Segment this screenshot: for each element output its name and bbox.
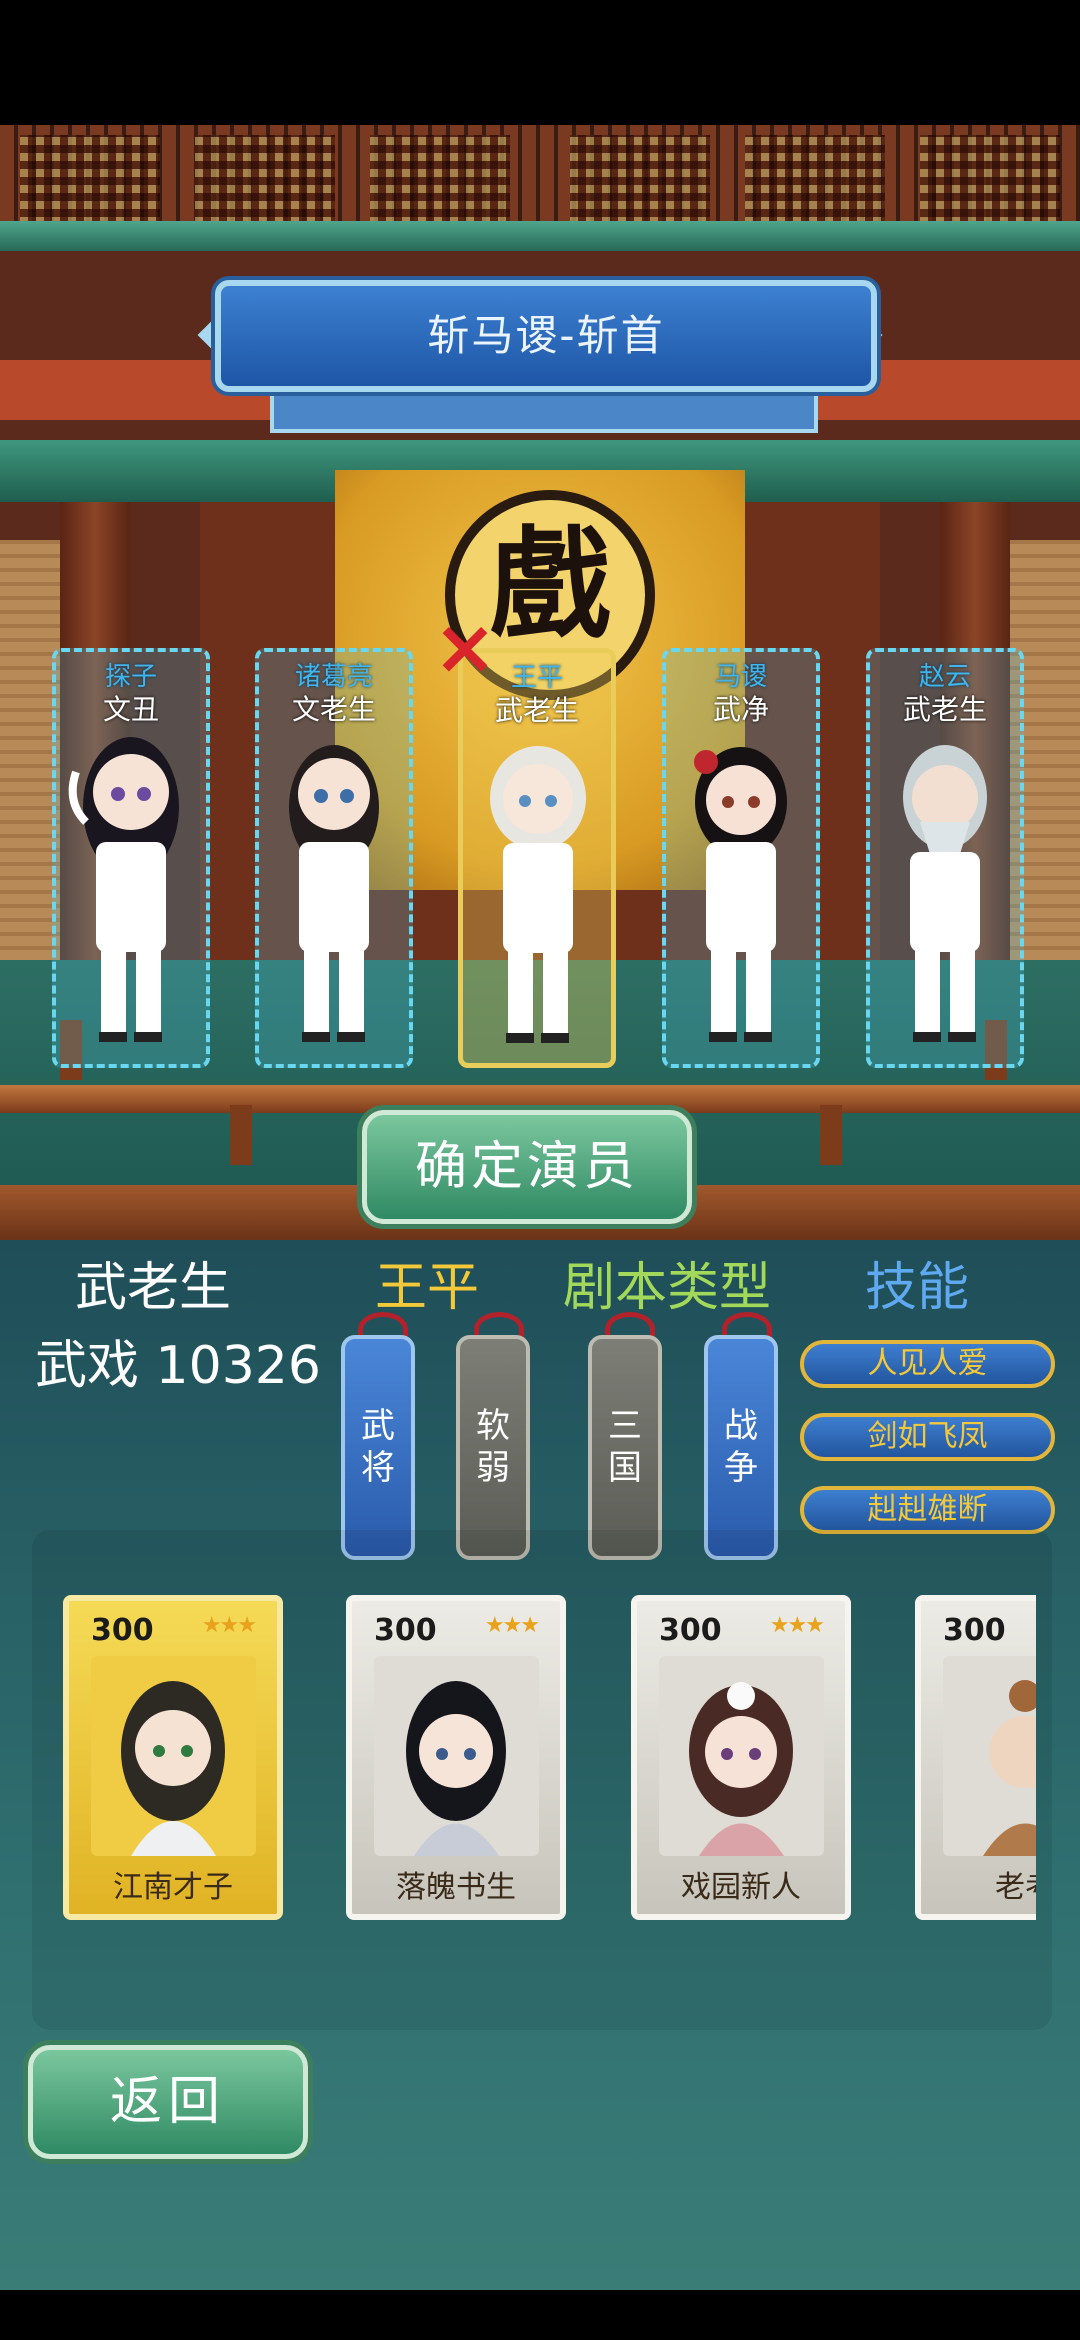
card-portrait [943,1656,1036,1856]
tag-text: 武将 [361,1406,395,1488]
railing-top [0,1085,1080,1113]
lattice-window [370,135,510,225]
skill-badge-1[interactable]: 人见人爱 [800,1340,1055,1388]
actor-slot-3[interactable]: 王平 武老生 [458,648,616,1068]
role-type-label: 武老生 [75,1258,232,1318]
actor-card[interactable]: 300 ★★★ 江南才子 [63,1595,283,1920]
card-name: 江南才子 [113,1870,233,1905]
actor-slot-4[interactable]: 马谡 武净 [662,648,820,1068]
script-type-heading: 剧本类型 [563,1258,772,1318]
lattice-window [745,135,885,225]
lattice-window [195,135,335,225]
railing-post [230,1105,252,1165]
card-cost: 300 [943,1613,1006,1648]
card-cost: 300 [659,1613,722,1648]
plaque-base [270,385,818,433]
card-portrait [91,1656,256,1856]
navigation-bar [0,2290,1080,2340]
actor-tag-1: 武将 [341,1335,415,1560]
status-bar [0,0,1080,125]
card-cost: 300 [374,1613,437,1648]
card-name: 落魄书生 [396,1870,516,1905]
star-icon: ★★★ [769,1613,825,1638]
card-portrait [374,1656,539,1856]
actor-card[interactable]: 300 ★★★ 戏园新人 [631,1595,851,1920]
play-title: 斩马谡-斩首 [427,311,665,360]
tag-text: 软弱 [476,1406,510,1488]
remove-actor-icon[interactable]: × [430,609,500,685]
actor-figure [289,745,379,1042]
skills-heading: 技能 [865,1258,970,1318]
actor-slot-2[interactable]: 诸葛亮 文老生 [255,648,413,1068]
skill-badge-2[interactable]: 剑如飞凤 [800,1413,1055,1461]
card-name: 老考 [995,1870,1036,1905]
script-tag-1: 三国 [588,1335,662,1560]
actor-slot-1[interactable]: 探子 文丑 [52,648,210,1068]
confirm-actor-button[interactable]: 确定演员 [362,1110,692,1224]
star-icon: ★★★ [201,1613,257,1638]
role-score: 武戏 10326 [35,1336,321,1396]
card-portrait [659,1656,824,1856]
card-cost: 300 [91,1613,154,1648]
actor-name: 王平 [375,1258,480,1318]
lattice-window [570,135,710,225]
actor-figure [903,745,987,1042]
actor-figure [68,737,179,1042]
card-name: 戏园新人 [681,1870,801,1905]
railing-post [820,1105,842,1165]
green-beam [0,221,1080,251]
star-icon: ★★★ [484,1613,540,1638]
tag-text: 三国 [608,1406,642,1488]
actor-figure [490,746,586,1043]
lattice-window [920,135,1060,225]
lattice-window [20,135,160,225]
actor-slot-5[interactable]: 赵云 武老生 [866,648,1024,1068]
actor-card[interactable]: 300 老考 [915,1595,1036,1920]
tag-text: 战争 [724,1406,758,1488]
actor-figure [694,747,787,1042]
actor-card[interactable]: 300 ★★★ 落魄书生 [346,1595,566,1920]
back-button[interactable]: 返回 [28,2045,308,2159]
actor-tag-2: 软弱 [456,1335,530,1560]
script-tag-2: 战争 [704,1335,778,1560]
card-list: 300 ★★★ 江南才子 300 ★★★ 落魄书生 300 ★★★ 戏园新人 3… [0,1585,1036,1925]
skill-badge-3[interactable]: 赳赳雄断 [800,1486,1055,1534]
